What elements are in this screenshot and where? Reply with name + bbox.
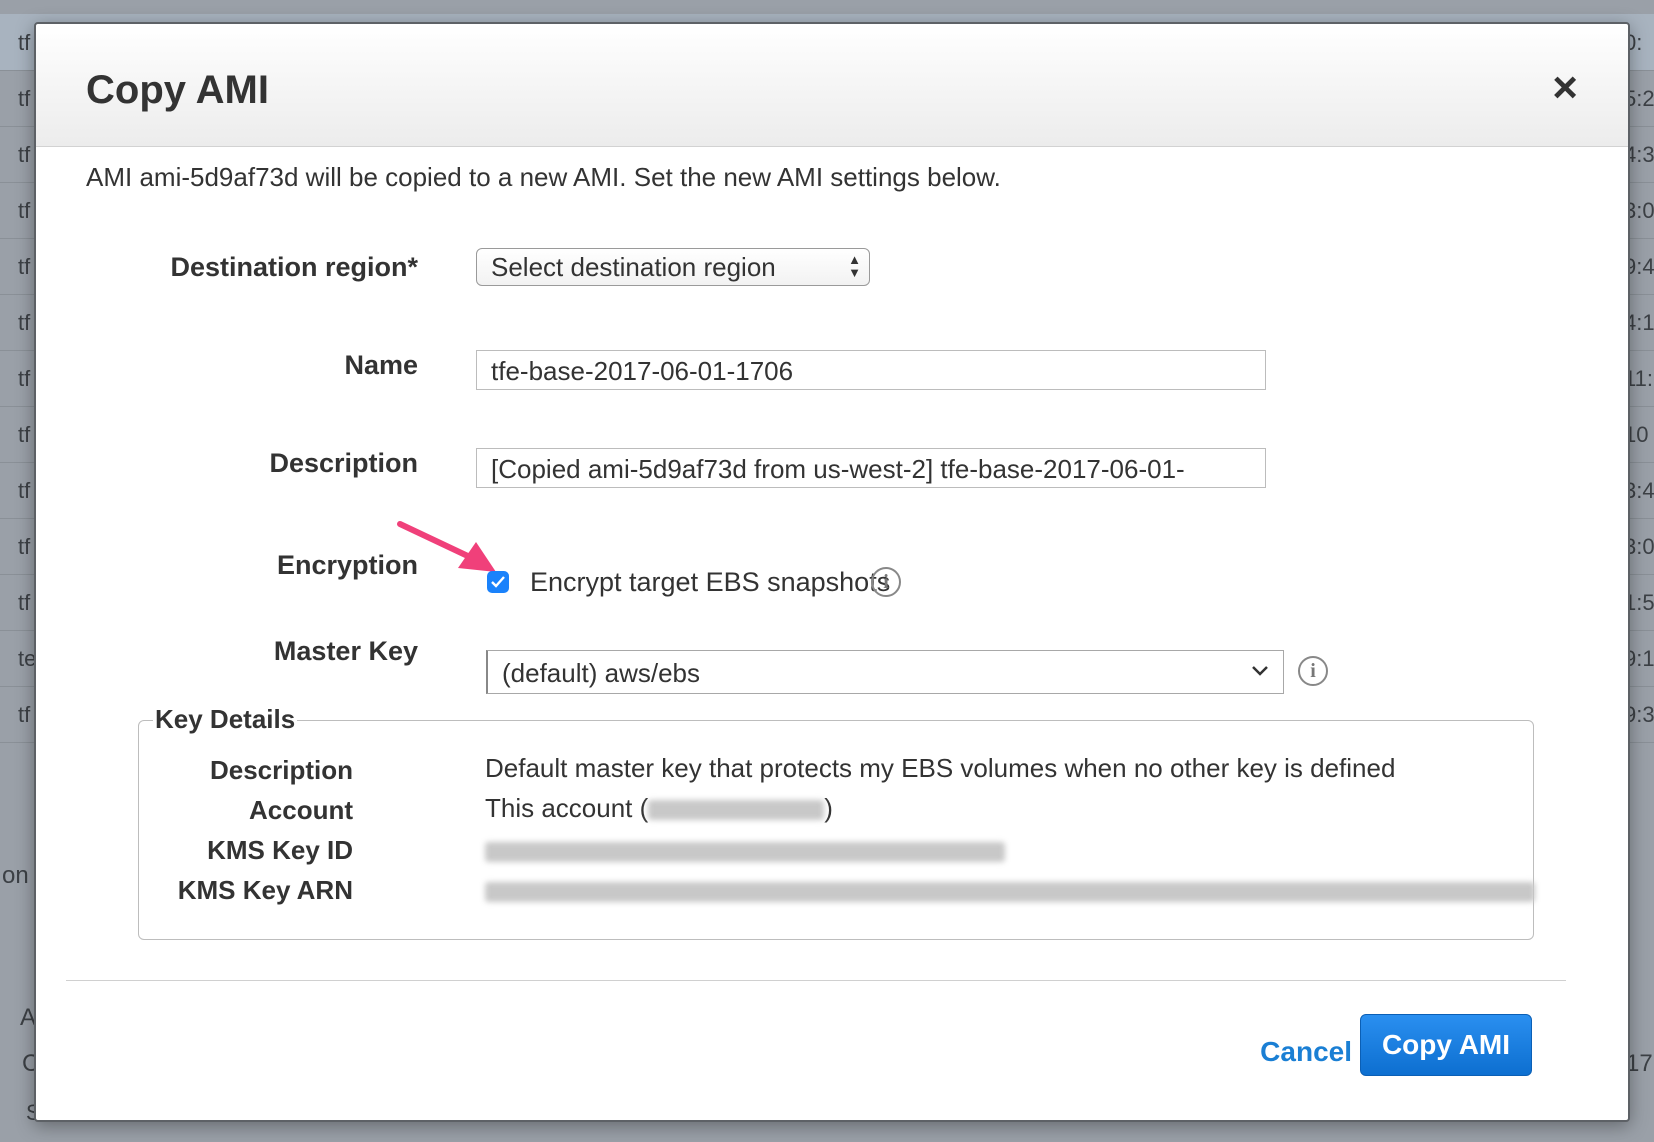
kms-key-arn-value (485, 875, 1535, 906)
key-details-legend: Key Details (153, 704, 298, 735)
encrypt-snapshots-label[interactable]: Encrypt target EBS snapshots (530, 567, 890, 598)
destination-region-value: Select destination region (491, 252, 776, 282)
encryption-info-icon[interactable]: i (871, 567, 901, 597)
chevron-down-icon (1252, 666, 1268, 676)
dialog-header: Copy AMI × (36, 24, 1628, 147)
close-icon[interactable]: × (1552, 66, 1578, 110)
master-key-label: Master Key (273, 636, 418, 666)
key-account-value: This account () (485, 793, 833, 824)
encrypt-snapshots-checkbox[interactable] (487, 571, 509, 593)
footer-divider (66, 980, 1566, 981)
master-key-select[interactable]: (default) aws/ebs (486, 650, 1284, 694)
checkmark-icon (491, 576, 505, 588)
account-prefix: This account ( (485, 793, 649, 823)
name-label: Name (344, 350, 418, 380)
master-key-info-icon[interactable]: i (1298, 656, 1328, 686)
key-description-label: Description (209, 755, 353, 785)
name-input[interactable]: tfe-base-2017-06-01-1706 (476, 350, 1266, 390)
kms-key-id-value (485, 835, 1005, 866)
description-label: Description (269, 448, 418, 478)
redacted-key-id (485, 842, 1005, 863)
kms-key-id-label: KMS Key ID (207, 835, 353, 865)
destination-region-select[interactable]: Select destination region ▲ ▼ (476, 248, 870, 286)
master-key-value: (default) aws/ebs (502, 658, 700, 688)
copy-ami-dialog: Copy AMI × AMI ami-5d9af73d will be copi… (34, 22, 1630, 1122)
cancel-button[interactable]: Cancel (1260, 1036, 1352, 1068)
dialog-intro: AMI ami-5d9af73d will be copied to a new… (86, 162, 1001, 192)
kms-key-arn-label: KMS Key ARN (177, 875, 353, 905)
key-description-value: Default master key that protects my EBS … (485, 753, 1396, 783)
redacted-key-arn (485, 882, 1535, 903)
key-account-label: Account (249, 795, 353, 825)
redacted-account-id (648, 800, 825, 821)
account-suffix: ) (824, 793, 833, 823)
description-input[interactable]: [Copied ami-5d9af73d from us-west-2] tfe… (476, 448, 1266, 488)
background-text: on (2, 862, 29, 889)
select-arrows-icon: ▲ ▼ (848, 252, 861, 280)
dialog-title: Copy AMI (86, 68, 269, 112)
key-details-panel: Key Details Description Default master k… (138, 704, 1535, 940)
destination-region-label: Destination region* (170, 252, 418, 282)
background-text: 17 (1626, 1050, 1653, 1077)
copy-ami-button[interactable]: Copy AMI (1360, 1014, 1532, 1076)
